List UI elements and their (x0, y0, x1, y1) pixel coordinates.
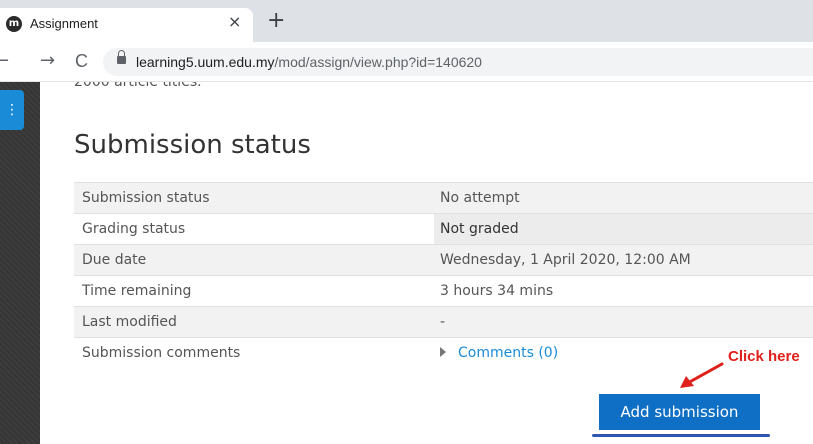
table-row: Submission status No attempt (74, 182, 813, 213)
reload-icon[interactable]: C (75, 51, 88, 71)
tab-close-icon[interactable]: × (228, 12, 241, 32)
left-drawer-rail: ⋮ (0, 82, 40, 444)
row-value: 3 hours 34 mins (440, 283, 554, 299)
new-tab-icon[interactable]: + (267, 10, 285, 32)
submission-status-table: Submission status No attempt Grading sta… (74, 182, 813, 368)
row-label: Grading status (82, 221, 186, 237)
url-text[interactable]: learning5.uum.edu.my/mod/assign/view.php… (136, 54, 482, 70)
browser-tab[interactable]: m Assignment × (0, 8, 253, 42)
table-row: Last modified - (74, 306, 813, 337)
row-label: Time remaining (82, 283, 192, 299)
moodle-favicon-icon: m (6, 16, 22, 32)
row-label: Last modified (82, 314, 177, 330)
row-value: - (440, 314, 446, 330)
cut-off-text: 2000 article titles. (74, 82, 202, 90)
url-path: /mod/assign/view.php?id=140620 (274, 54, 482, 70)
page-title: Submission status (74, 130, 311, 160)
back-icon[interactable]: ← (0, 51, 9, 71)
tab-title: Assignment (30, 16, 98, 31)
row-label: Due date (82, 252, 147, 268)
add-submission-button[interactable]: Add submission (599, 394, 760, 430)
row-value: No attempt (440, 190, 520, 206)
main-content: 2000 article titles. Submission status S… (40, 82, 813, 444)
row-label: Submission status (82, 190, 210, 206)
table-row: Grading status Not graded (74, 213, 813, 244)
annotation-underline (592, 434, 770, 437)
table-row: Time remaining 3 hours 34 mins (74, 275, 813, 306)
click-here-annotation: Click here (728, 348, 800, 365)
browser-toolbar: ← → C learning5.uum.edu.my/mod/assign/vi… (0, 42, 813, 82)
row-label: Submission comments (82, 345, 241, 361)
table-row: Due date Wednesday, 1 April 2020, 12:00 … (74, 244, 813, 275)
triangle-right-icon[interactable] (440, 347, 446, 357)
red-arrow-icon (680, 362, 724, 388)
address-bar[interactable]: learning5.uum.edu.my/mod/assign/view.php… (103, 48, 813, 76)
forward-icon[interactable]: → (40, 51, 55, 71)
menu-toggle-icon[interactable]: ⋮ (0, 90, 24, 130)
comments-link[interactable]: Comments (0) (458, 345, 558, 361)
row-value: Wednesday, 1 April 2020, 12:00 AM (440, 252, 691, 268)
url-host: learning5.uum.edu.my (136, 54, 275, 70)
lock-icon (117, 50, 126, 64)
browser-tab-strip: m Assignment × + (0, 0, 813, 42)
grading-status-value: Not graded (434, 214, 813, 244)
